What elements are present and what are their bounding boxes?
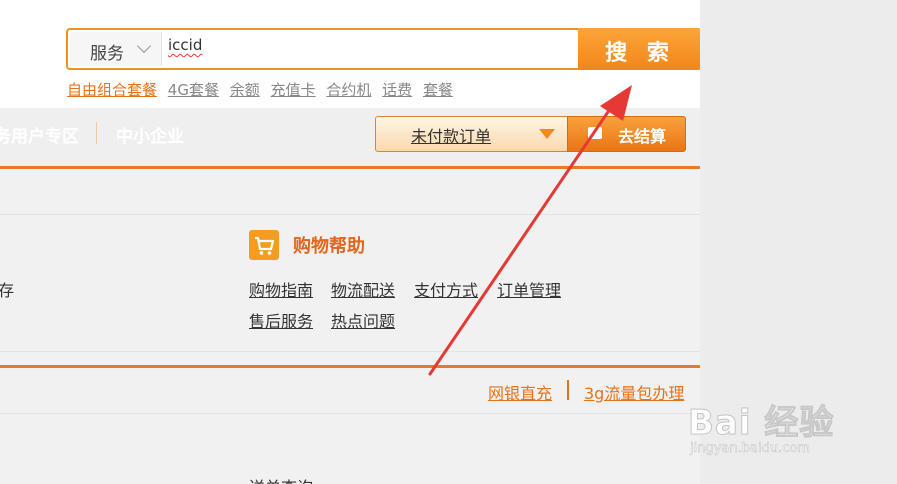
hotword-link[interactable]: 套餐 (423, 81, 453, 99)
promo-link-bank-recharge[interactable]: 网银直充 (488, 380, 552, 404)
help-link-faq[interactable]: 热点问题 (331, 308, 395, 332)
nav-divider (96, 122, 97, 144)
help-link-guide[interactable]: 购物指南 (249, 277, 313, 301)
order-status-label: 未付款订单 (411, 127, 492, 146)
promo-link-3g-package[interactable]: 3g流量包办理 (584, 380, 684, 404)
page: 服务 iccid 搜 索 自由组合套餐 4G套餐 余额 充值卡 合约机 话费 套… (0, 0, 702, 484)
row-divider (0, 413, 700, 414)
help-section-title: 购物帮助 (293, 236, 365, 257)
help-link-payment[interactable]: 支付方式 (414, 277, 478, 301)
hotword-link[interactable]: 充值卡 (271, 81, 316, 99)
chevron-down-icon (136, 38, 152, 54)
help-link-delivery[interactable]: 物流配送 (331, 277, 395, 301)
checkout-label: 去结算 (618, 127, 667, 146)
hotword-link[interactable]: 4G套餐 (168, 81, 219, 99)
nav-item-sme[interactable]: 中小企业 (116, 122, 184, 147)
nav-bar: 务用户专区 中小企业 未付款订单 去结算 (0, 108, 700, 166)
baidu-watermark: Bai 经验 jingyan.baidu.com (687, 395, 868, 465)
checkout-button[interactable]: 去结算 (567, 116, 686, 152)
promo-divider (567, 380, 569, 400)
search-input[interactable]: iccid (168, 36, 202, 54)
help-link-orders[interactable]: 订单管理 (497, 277, 561, 301)
search-box: 服务 iccid 搜 索 (66, 28, 702, 70)
partial-link[interactable]: 送单查询 (249, 474, 313, 484)
caret-down-icon (539, 129, 555, 139)
section-divider (0, 166, 700, 169)
hotword-link[interactable]: 话费 (382, 81, 412, 99)
order-status-select[interactable]: 未付款订单 (375, 116, 568, 152)
watermark-url: jingyan.baidu.com (690, 441, 810, 457)
search-button[interactable]: 搜 索 (578, 28, 702, 70)
hot-keywords: 自由组合套餐 4G套餐 余额 充值卡 合约机 话费 套餐 (67, 79, 459, 100)
cart-icon (588, 127, 602, 139)
top-header: 服务 iccid 搜 索 自由组合套餐 4G套餐 余额 充值卡 合约机 话费 套… (0, 0, 702, 108)
watermark-logo: Bai 经验 (687, 403, 835, 444)
row-divider (0, 214, 700, 215)
hotword-link[interactable]: 合约机 (326, 81, 371, 99)
partial-text: 存 (0, 281, 15, 300)
help-link-after-sales[interactable]: 售后服务 (249, 308, 313, 332)
section-divider (0, 365, 700, 368)
hotword-link[interactable]: 余额 (230, 81, 260, 99)
search-category-select[interactable]: 服务 (70, 32, 162, 66)
search-category-label: 服务 (90, 44, 124, 64)
search-button-label: 搜 索 (605, 41, 675, 66)
row-divider (0, 351, 700, 352)
hotword-link[interactable]: 自由组合套餐 (67, 81, 157, 99)
shopping-cart-icon (249, 230, 279, 260)
nav-item-user-zone[interactable]: 务用户专区 (0, 122, 79, 147)
